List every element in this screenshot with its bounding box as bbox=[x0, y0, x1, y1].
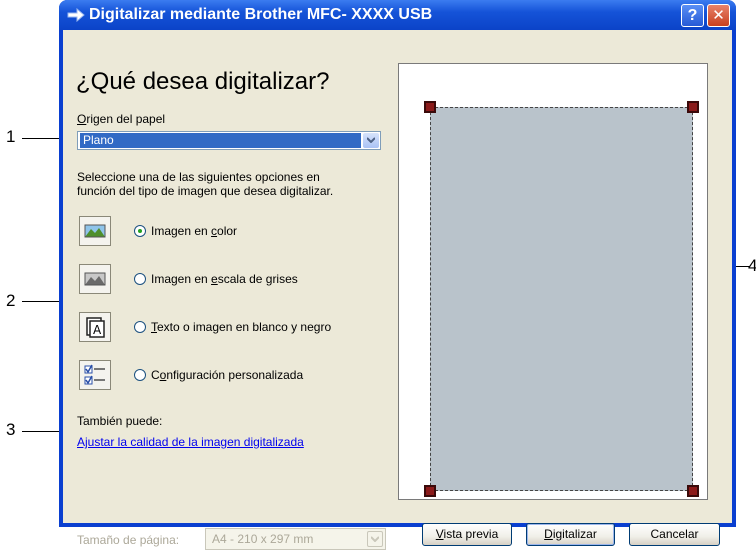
black-white-text-label[interactable]: Texto o imagen en blanco y negro bbox=[151, 320, 331, 334]
black-white-text-icon[interactable]: A bbox=[79, 312, 111, 342]
color-image-label[interactable]: Imagen en color bbox=[151, 224, 237, 238]
grayscale-image-label[interactable]: Imagen en escala de grises bbox=[151, 272, 298, 286]
preview-button-hotkey: V bbox=[435, 527, 444, 541]
scan-button-label: igitalizar bbox=[552, 527, 597, 541]
callout-3: 3 bbox=[6, 420, 16, 439]
black-white-text-radio[interactable] bbox=[134, 321, 146, 333]
custom-settings-radio[interactable] bbox=[134, 369, 146, 381]
custom-settings-label[interactable]: Configuración personalizada bbox=[151, 368, 303, 382]
color-image-icon[interactable] bbox=[79, 216, 111, 246]
preview-button[interactable]: Vista previa bbox=[422, 523, 512, 546]
page-title: ¿Qué desea digitalizar? bbox=[76, 68, 330, 95]
crop-handle-top-left[interactable] bbox=[424, 101, 436, 113]
dialog-body: ¿Qué desea digitalizar? Origen del papel… bbox=[63, 30, 732, 550]
grayscale-image-icon[interactable] bbox=[79, 264, 111, 294]
page-size-select[interactable]: A4 - 210 x 297 mm bbox=[205, 528, 386, 550]
scan-button-hotkey: D bbox=[544, 527, 553, 541]
scanner-arrow-icon bbox=[67, 8, 85, 22]
paper-source-select[interactable]: Plano bbox=[77, 131, 381, 150]
color-image-label-post: olor bbox=[217, 224, 238, 238]
svg-text:A: A bbox=[93, 323, 102, 337]
crop-handle-bottom-right[interactable] bbox=[687, 485, 699, 497]
scan-button[interactable]: Digitalizar bbox=[526, 523, 615, 546]
page-size-value: A4 - 210 x 297 mm bbox=[212, 532, 314, 546]
grayscale-image-radio[interactable] bbox=[134, 273, 146, 285]
window-title: Digitalizar mediante Brother MFC- XXXX U… bbox=[89, 6, 433, 23]
callout-2: 2 bbox=[6, 291, 16, 310]
color-image-radio[interactable] bbox=[134, 225, 146, 237]
scan-area[interactable] bbox=[430, 107, 693, 491]
paper-source-label-text: rigen del papel bbox=[86, 112, 166, 126]
preview-panel bbox=[398, 63, 708, 500]
color-image-label-pre: Imagen en bbox=[151, 224, 212, 238]
custom-settings-icon[interactable] bbox=[79, 360, 111, 390]
help-button[interactable]: ? bbox=[681, 4, 704, 27]
grayscale-image-label-pre: Imagen en bbox=[151, 272, 212, 286]
page-size-label: Tamaño de página: bbox=[77, 533, 180, 547]
close-button[interactable]: ✕ bbox=[707, 4, 730, 27]
grayscale-image-label-hotkey: e bbox=[211, 272, 218, 286]
grayscale-image-label-post: scala de grises bbox=[217, 272, 298, 286]
chevron-down-icon[interactable] bbox=[363, 133, 379, 148]
callout-1: 1 bbox=[6, 127, 16, 146]
title-bar[interactable]: Digitalizar mediante Brother MFC- XXXX U… bbox=[59, 0, 736, 30]
chevron-down-icon[interactable] bbox=[367, 531, 383, 547]
also-label: También puede: bbox=[77, 414, 163, 428]
custom-settings-label-post: nfiguración personalizada bbox=[166, 368, 304, 382]
cancel-button[interactable]: Cancelar bbox=[629, 523, 720, 546]
custom-settings-label-pre: C bbox=[151, 368, 160, 382]
paper-source-label: Origen del papel bbox=[77, 112, 165, 126]
crop-handle-top-right[interactable] bbox=[687, 101, 699, 113]
adjust-quality-link[interactable]: Ajustar la calidad de la imagen digitali… bbox=[77, 435, 304, 449]
scan-dialog: Digitalizar mediante Brother MFC- XXXX U… bbox=[59, 0, 736, 550]
instructions-line-1: Seleccione una de las siguientes opcione… bbox=[77, 170, 320, 184]
paper-source-value: Plano bbox=[80, 133, 361, 148]
black-white-text-label-post: exto o imagen en blanco y negro bbox=[157, 320, 332, 334]
preview-button-label: ista previa bbox=[443, 527, 499, 541]
instructions-line-2: función del tipo de imagen que desea dig… bbox=[77, 184, 334, 198]
crop-handle-bottom-left[interactable] bbox=[424, 485, 436, 497]
paper-source-label-hotkey: O bbox=[77, 112, 87, 126]
